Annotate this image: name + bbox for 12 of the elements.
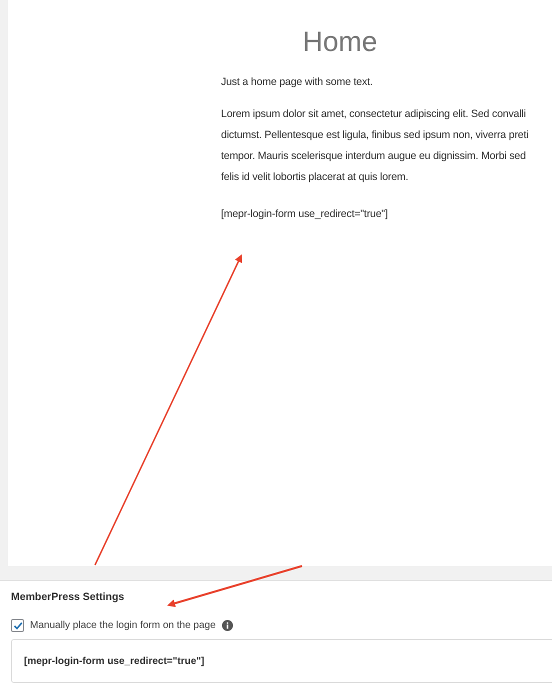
checkbox[interactable] xyxy=(11,619,24,632)
info-icon[interactable] xyxy=(222,620,233,631)
paragraph-line: dictumst. Pellentesque est ligula, finibus sed ipsum non, viverra preti xyxy=(221,128,530,143)
intro-text: Just a home page with some text. xyxy=(221,75,374,90)
settings-title: MemberPress Settings xyxy=(11,591,126,603)
shortcode-text: [mepr-login-form use_redirect="true"] xyxy=(221,207,389,222)
checkbox-label: Manually place the login form on the page xyxy=(30,620,216,631)
paragraph-line: tempor. Mauris scelerisque interdum augue eu dignissim. Morbi sed xyxy=(221,149,527,164)
shortcode-field[interactable]: [mepr-login-form use_redirect="true"] xyxy=(11,639,552,683)
paragraph-line: Lorem ipsum dolor sit amet, consectetur adipiscing elit. Sed convalli xyxy=(221,107,527,122)
paragraph-line: felis id velit lobortis placerat at quis lorem. xyxy=(221,170,410,185)
page-title: Home xyxy=(302,25,378,59)
